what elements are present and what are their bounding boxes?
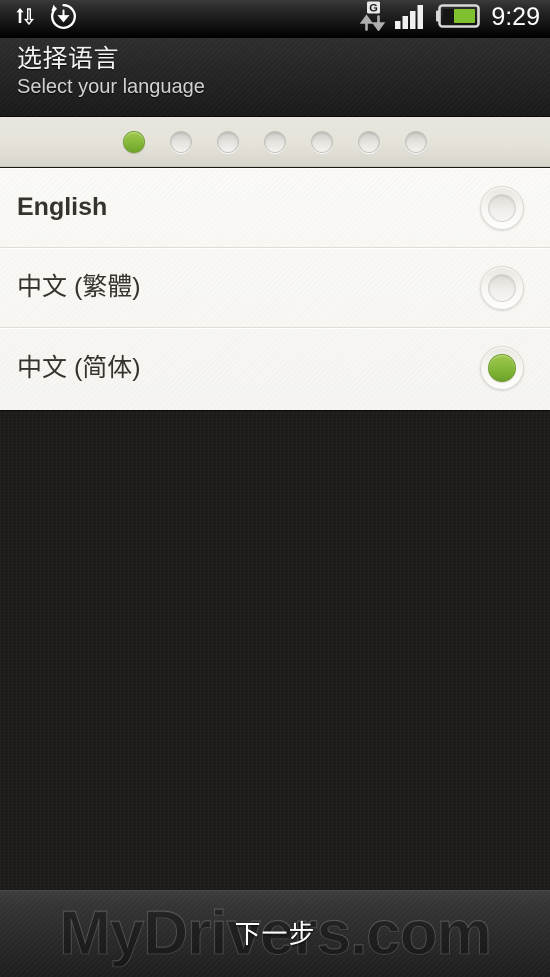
status-bar: G 9:29	[0, 0, 550, 38]
radio-indicator	[488, 273, 516, 302]
progress-dot-1	[123, 130, 145, 153]
status-bar-left-icons	[14, 3, 77, 35]
language-list: English 中文 (繁體) 中文 (简体)	[0, 168, 550, 410]
data-transfer-icon	[14, 4, 40, 33]
status-bar-right-icons: G 9:29	[360, 1, 540, 36]
signal-bars-icon	[395, 3, 427, 34]
language-label: English	[17, 193, 108, 221]
content-area-empty	[0, 410, 550, 891]
language-label: 中文 (繁體)	[17, 273, 141, 301]
next-button-label: 下一步	[234, 919, 316, 949]
svg-text:G: G	[370, 3, 379, 15]
progress-dot-5	[311, 130, 333, 153]
radio-button-english[interactable]	[480, 185, 524, 230]
progress-dot-3	[217, 130, 239, 153]
progress-dot-4	[264, 130, 286, 153]
progress-dot-6	[358, 130, 380, 153]
language-option-chinese-traditional[interactable]: 中文 (繁體)	[0, 248, 550, 328]
page-subtitle: Select your language	[17, 76, 205, 98]
setup-progress-dots	[0, 117, 550, 167]
radio-button-chinese-traditional[interactable]	[480, 265, 524, 310]
progress-dot-2	[170, 130, 192, 153]
page-header: 选择语言 Select your language	[0, 38, 550, 117]
status-bar-clock: 9:29	[491, 3, 540, 31]
language-option-chinese-simplified[interactable]: 中文 (简体)	[0, 328, 550, 408]
page-title: 选择语言	[17, 45, 120, 73]
sync-download-icon	[50, 3, 77, 35]
radio-indicator	[488, 193, 516, 222]
battery-icon	[436, 4, 481, 33]
setup-wizard-screen: G 9:29 选择语言 Select your language English…	[0, 0, 550, 977]
next-button[interactable]: 下一步	[0, 890, 550, 977]
radio-button-chinese-simplified[interactable]	[480, 346, 524, 390]
progress-dot-7	[405, 130, 427, 153]
language-option-english[interactable]: English	[0, 168, 550, 248]
gprs-data-arrows-icon: G	[360, 1, 386, 36]
radio-indicator-selected	[488, 354, 516, 382]
language-label: 中文 (简体)	[17, 353, 141, 382]
